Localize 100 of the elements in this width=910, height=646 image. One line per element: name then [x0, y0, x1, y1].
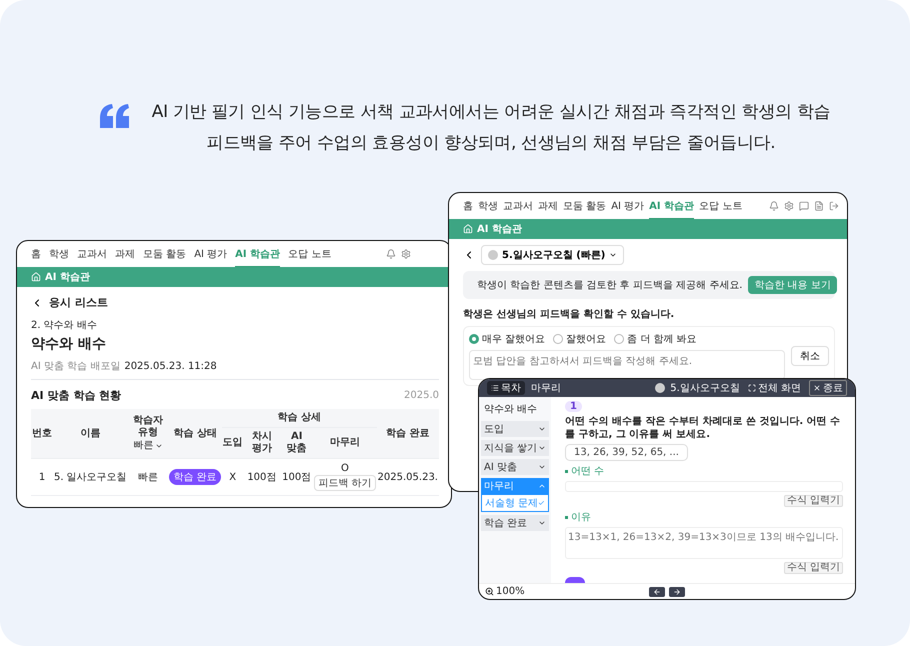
bell-icon[interactable]: [386, 249, 396, 259]
toc-button[interactable]: 목차: [487, 381, 525, 395]
document-icon[interactable]: [814, 201, 824, 211]
student-select[interactable]: 5.일사오구오칠 (빠른): [481, 245, 624, 265]
feedback-field[interactable]: 모범 답안을 참고하셔서 피드백을 작성해 주세요.: [469, 350, 785, 380]
bell-icon[interactable]: [769, 201, 779, 211]
fullscreen-button[interactable]: 전체 화면: [744, 381, 804, 395]
table-cell: 1: [31, 458, 53, 496]
column-header: 이름: [53, 409, 128, 458]
cancel-button[interactable]: 취소: [791, 346, 829, 366]
zoom-icon[interactable]: [485, 587, 494, 596]
banner-text: 학생이 학습한 콘텐츠를 검토한 후 피드백을 제공해 주세요.: [477, 279, 742, 292]
deploy-date: 2025.05.23. 11:28: [124, 360, 217, 372]
bar-title: AI 학습관: [45, 271, 90, 284]
home-icon: [31, 272, 41, 282]
close-button[interactable]: 종료: [809, 380, 847, 396]
nav-tab[interactable]: AI 평가: [194, 241, 228, 268]
section-title: AI 맞춤 학습 현황: [31, 388, 122, 403]
previous-button[interactable]: [649, 586, 665, 596]
radio-button[interactable]: [469, 334, 479, 344]
nav-tab[interactable]: AI 평가: [611, 193, 644, 220]
sequence-box: 13, 26, 39, 52, 65, ...: [565, 444, 688, 461]
caret-icon: [609, 251, 618, 259]
nav-tab[interactable]: 과제: [538, 193, 558, 220]
quote-text: AI 기반 필기 인식 기능으로 서책 교과서에서는 어려운 실시간 채점과 즉각적인 학생의 학습: [152, 101, 830, 123]
deploy-label: AI 맞춤 학습 배포일: [31, 360, 120, 373]
quote-icon: [100, 104, 130, 128]
column-group-header: 학습 상세: [222, 409, 377, 428]
sidebar-item[interactable]: 도입: [481, 421, 549, 437]
column-header: AI 맞춤: [280, 428, 314, 458]
answer-box[interactable]: 13=13×1, 26=13×2, 39=13×3이므로 13의 배수입니다.: [565, 527, 843, 559]
nav-tab[interactable]: 홈: [31, 241, 41, 268]
settings-icon[interactable]: [401, 249, 411, 259]
radio-button[interactable]: [614, 334, 624, 344]
feedback-button[interactable]: 피드백 하기: [314, 475, 376, 491]
chevron-down-icon: [538, 444, 546, 452]
sidebar-item[interactable]: AI 맞춤: [481, 459, 549, 475]
table-cell: 빠른: [128, 458, 168, 496]
feedback-heading: 학생은 선생님의 피드백을 확인할 수 있습니다.: [463, 308, 676, 321]
page-title: 응시 리스트: [49, 295, 108, 310]
next-button[interactable]: [669, 586, 685, 596]
column-header: 마무리: [313, 428, 377, 458]
column-header: 번호: [31, 409, 53, 458]
column-header: 학습 완료: [376, 409, 439, 458]
lesson-title: 약수와 배수: [31, 335, 107, 353]
status-badge: 학습 완료: [169, 469, 221, 485]
home-icon: [463, 224, 473, 234]
avatar-icon: [655, 383, 666, 393]
field-label: 이유: [565, 510, 843, 524]
chat-icon[interactable]: [799, 201, 809, 211]
question-number: 1: [565, 401, 582, 412]
table-cell: 5. 일사오구오칠: [53, 458, 128, 496]
fullscreen-icon: [748, 384, 756, 392]
section-label: 마무리: [531, 382, 561, 395]
sidebar-item[interactable]: 학습 완료: [481, 515, 549, 531]
equation-button[interactable]: 수식 입력기: [784, 562, 843, 574]
table-cell: X: [222, 458, 244, 496]
close-icon: [813, 384, 821, 392]
nav-tab[interactable]: 오답 노트: [288, 241, 332, 268]
column-header: 차시 평가: [244, 428, 280, 458]
logout-icon[interactable]: [829, 201, 839, 211]
column-header: 도입: [222, 428, 244, 458]
list-icon: [491, 384, 499, 392]
radio-label: 잘했어요: [566, 333, 606, 346]
chevron-down-icon: [538, 425, 546, 433]
nav-tab[interactable]: 홈: [463, 193, 473, 220]
nav-tab[interactable]: 교과서: [77, 241, 107, 268]
sidebar-title: 약수와 배수: [483, 403, 538, 417]
chevron-down-icon: [538, 519, 546, 527]
nav-tab[interactable]: 모둠 활동: [563, 193, 606, 220]
sidebar-item[interactable]: 지식을 쌓기: [481, 440, 549, 456]
type-filter[interactable]: 빠른: [134, 440, 163, 452]
table-cell: 100점: [280, 458, 314, 496]
arrow-right-icon: [673, 588, 681, 596]
bar-title: AI 학습관: [477, 223, 522, 236]
nav-tab[interactable]: 과제: [115, 241, 135, 268]
avatar-icon: [488, 250, 498, 260]
nav-tab[interactable]: 학생: [478, 193, 498, 220]
arrow-left-icon: [653, 588, 661, 596]
table-cell: 2025.05.23.: [376, 458, 439, 496]
column-header: 학습자 유형: [132, 415, 164, 439]
nav-tab[interactable]: 교과서: [503, 193, 533, 220]
next-question-badge: [565, 576, 585, 583]
question-text: 어떤 수의 배수를 작은 수부터 차례대로 쓴 것입니다. 어떤 수를 구하고, 그 이유를 써 보세요.: [565, 415, 842, 441]
field-label: 어떤 수: [565, 464, 843, 478]
radio-button[interactable]: [553, 334, 564, 344]
nav-tab[interactable]: 오답 노트: [699, 193, 742, 220]
settings-icon[interactable]: [784, 201, 794, 211]
radio-label: 좀 더 함께 봐요: [627, 333, 697, 346]
nav-tab[interactable]: 학생: [49, 241, 69, 268]
quote-text: 피드백을 주어 수업의 효용성이 향상되며, 선생님의 채점 부담은 줄어듭니다.: [206, 132, 776, 154]
zoom-level: 100%: [496, 586, 525, 597]
nav-tab[interactable]: 모둠 활동: [143, 241, 186, 268]
chevron-down-icon: [538, 463, 546, 471]
table-cell: O: [341, 463, 349, 474]
chevron-up-icon: [538, 482, 546, 490]
equation-button[interactable]: 수식 입력기: [784, 495, 843, 507]
column-header: 학습 상태: [168, 409, 222, 458]
section-date: 2025.0: [404, 390, 439, 401]
radio-label: 매우 잘했어요: [482, 333, 546, 346]
